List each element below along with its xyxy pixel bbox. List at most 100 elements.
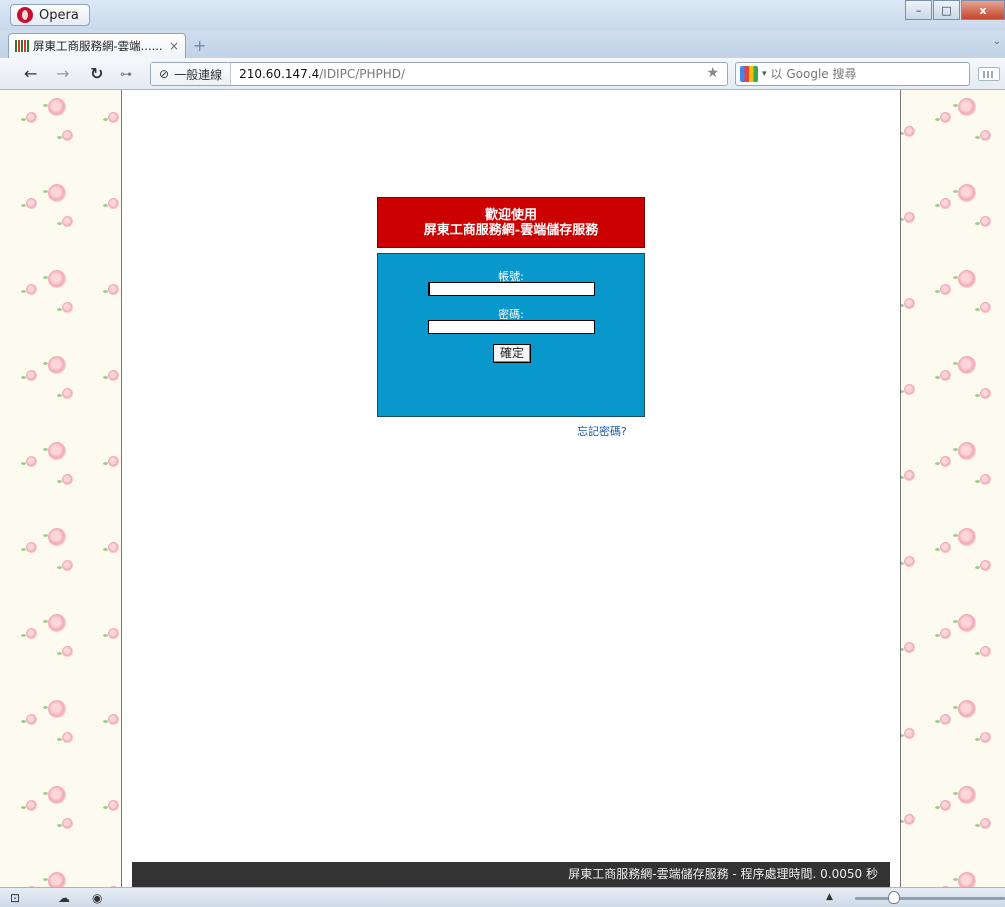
flower-decoration — [980, 732, 991, 743]
flower-decoration — [108, 112, 119, 123]
zoom-arrow-icon[interactable]: ▲ — [826, 892, 833, 902]
navigation-bar: ← → ↻ ⊶ ⊘ 一般連線 210.60.147.4/IDIPC/PHPHD/… — [0, 58, 1005, 90]
flower-decoration — [108, 628, 119, 639]
cloud-icon[interactable]: ☁ — [58, 891, 70, 905]
page-content: 歡迎使用 屏東工商服務網-雲端儲存服務 帳號: 密碼: 確定 忘記密碼? 屏東工… — [122, 90, 900, 887]
key-icon[interactable]: ⊶ — [120, 67, 132, 81]
speed-dial-icon[interactable] — [978, 67, 1000, 81]
flower-decoration — [958, 786, 976, 804]
tab-list-arrow-icon[interactable]: ⌄ — [993, 36, 1001, 47]
flower-decoration — [48, 528, 66, 546]
flower-decoration — [980, 818, 991, 829]
flower-decoration — [108, 542, 119, 553]
leaf-decoration — [935, 806, 940, 809]
speed-dial-icon[interactable]: ◉ — [92, 891, 102, 905]
security-label: 一般連線 — [174, 67, 223, 82]
leaf-decoration — [21, 290, 26, 293]
flower-decoration — [940, 714, 951, 725]
flower-decoration — [26, 800, 37, 811]
maximize-button[interactable]: □ — [933, 0, 960, 20]
leaf-decoration — [57, 652, 62, 655]
window-controls: – □ x — [905, 0, 1005, 20]
forward-button[interactable]: → — [56, 64, 69, 83]
back-button[interactable]: ← — [24, 64, 37, 83]
flower-decoration — [940, 628, 951, 639]
leaf-decoration — [935, 548, 940, 551]
leaf-decoration — [21, 806, 26, 809]
flower-decoration — [108, 714, 119, 725]
submit-button[interactable]: 確定 — [493, 344, 531, 363]
floral-background-left — [0, 90, 122, 887]
leaf-decoration — [935, 634, 940, 637]
flower-decoration — [26, 198, 37, 209]
flower-decoration — [940, 284, 951, 295]
leaf-decoration — [21, 376, 26, 379]
flower-decoration — [980, 646, 991, 657]
leaf-decoration — [975, 566, 980, 569]
flower-decoration — [62, 216, 73, 227]
flower-decoration — [958, 614, 976, 632]
flower-decoration — [958, 356, 976, 374]
flower-decoration — [108, 284, 119, 295]
new-tab-button[interactable]: + — [193, 36, 206, 55]
security-badge[interactable]: ⊘ 一般連線 — [151, 63, 232, 85]
zoom-handle[interactable] — [888, 891, 900, 904]
flower-decoration — [940, 800, 951, 811]
leaf-decoration — [103, 118, 108, 121]
url-text[interactable]: 210.60.147.4/IDIPC/PHPHD/ — [231, 67, 405, 81]
welcome-line-2: 屏東工商服務網-雲端儲存服務 — [423, 223, 599, 238]
leaf-decoration — [103, 806, 108, 809]
chevron-down-icon[interactable]: ▾ — [762, 69, 767, 79]
search-box[interactable]: ▾ — [735, 62, 970, 86]
minimize-button[interactable]: – — [905, 0, 932, 20]
flower-decoration — [26, 112, 37, 123]
page-viewport: 歡迎使用 屏東工商服務網-雲端儲存服務 帳號: 密碼: 確定 忘記密碼? 屏東工… — [0, 90, 1005, 887]
flower-decoration — [48, 98, 66, 116]
address-bar[interactable]: ⊘ 一般連線 210.60.147.4/IDIPC/PHPHD/ ★ — [150, 62, 728, 86]
google-icon[interactable] — [740, 66, 758, 82]
flower-decoration — [904, 470, 915, 481]
leaf-decoration — [57, 566, 62, 569]
leaf-decoration — [953, 104, 958, 107]
leaf-decoration — [57, 738, 62, 741]
flower-decoration — [62, 818, 73, 829]
flower-decoration — [958, 98, 976, 116]
leaf-decoration — [103, 376, 108, 379]
leaf-decoration — [43, 534, 48, 537]
leaf-decoration — [975, 394, 980, 397]
flower-decoration — [48, 442, 66, 460]
leaf-decoration — [935, 720, 940, 723]
tab-title: 屏東工商服務網-雲端...... — [33, 39, 163, 53]
flower-decoration — [48, 184, 66, 202]
zoom-slider[interactable] — [855, 897, 1005, 900]
leaf-decoration — [57, 824, 62, 827]
leaf-decoration — [953, 276, 958, 279]
reload-button[interactable]: ↻ — [90, 64, 103, 83]
panel-icon[interactable]: ⊡ — [10, 891, 20, 905]
leaf-decoration — [103, 290, 108, 293]
forgot-password-link[interactable]: 忘記密碼? — [577, 423, 627, 439]
password-input[interactable] — [428, 320, 595, 334]
leaf-decoration — [21, 548, 26, 551]
flower-decoration — [958, 528, 976, 546]
leaf-decoration — [953, 534, 958, 537]
flower-decoration — [62, 474, 73, 485]
star-icon[interactable]: ★ — [706, 65, 719, 81]
opera-menu-button[interactable]: Opera — [10, 4, 90, 26]
account-input[interactable] — [428, 282, 595, 296]
leaf-decoration — [103, 548, 108, 551]
flower-decoration — [48, 270, 66, 288]
tab-close-icon[interactable]: × — [169, 39, 179, 53]
title-bar: Opera – □ x — [0, 0, 1005, 30]
close-window-button[interactable]: x — [961, 0, 1005, 20]
leaf-decoration — [43, 448, 48, 451]
search-input[interactable] — [770, 67, 951, 81]
flower-decoration — [980, 130, 991, 141]
leaf-decoration — [975, 652, 980, 655]
leaf-decoration — [953, 706, 958, 709]
flower-decoration — [958, 442, 976, 460]
app-name: Opera — [39, 7, 79, 23]
leaf-decoration — [103, 204, 108, 207]
leaf-decoration — [975, 222, 980, 225]
tab-active[interactable]: 屏東工商服務網-雲端...... × — [8, 33, 186, 58]
